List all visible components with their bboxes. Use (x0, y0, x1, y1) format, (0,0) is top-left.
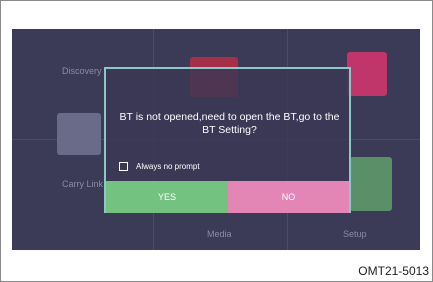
no-button[interactable]: NO (228, 181, 349, 213)
bluetooth-prompt-dialog: BT is not opened,need to open the BT,go … (104, 67, 351, 213)
dialog-message: BT is not opened,need to open the BT,go … (119, 111, 340, 136)
always-no-prompt-checkbox[interactable] (119, 162, 128, 171)
tile-label-setup[interactable]: Setup (343, 229, 367, 239)
yes-button[interactable]: YES (106, 181, 228, 213)
navigation-icon[interactable] (347, 52, 387, 96)
cloud-icon[interactable] (57, 113, 101, 155)
figure-caption: OMT21-5013 (358, 264, 429, 278)
tile-label-carry-link[interactable]: Carry Link (62, 179, 103, 189)
checkbox-label[interactable]: Always no prompt (136, 162, 200, 171)
tile-label-discovery[interactable]: Discovery (62, 66, 102, 76)
gear-icon[interactable] (350, 157, 392, 211)
tile-label-media[interactable]: Media (207, 229, 232, 239)
